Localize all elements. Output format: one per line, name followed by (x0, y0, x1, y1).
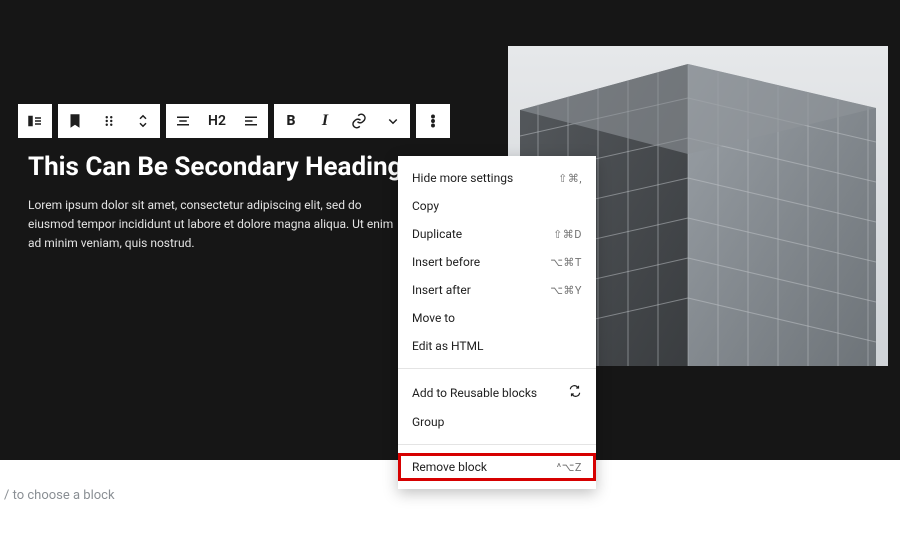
more-options-button[interactable] (416, 104, 450, 138)
block-options-menu: Hide more settings⇧⌘, Copy Duplicate⇧⌘D … (398, 156, 596, 489)
paragraph-text[interactable]: Lorem ipsum dolor sit amet, consectetur … (28, 196, 398, 254)
drag-handle-icon[interactable] (92, 104, 126, 138)
move-up-down-icon[interactable] (126, 104, 160, 138)
more-rich-text-icon[interactable] (376, 104, 410, 138)
menu-hide-more-settings[interactable]: Hide more settings⇧⌘, (398, 164, 596, 192)
bookmark-icon[interactable] (58, 104, 92, 138)
heading-level-button[interactable]: H2 (200, 104, 234, 138)
link-button[interactable] (342, 104, 376, 138)
menu-duplicate[interactable]: Duplicate⇧⌘D (398, 220, 596, 248)
bold-button[interactable]: B (274, 104, 308, 138)
block-type-button[interactable] (18, 104, 52, 138)
menu-move-to[interactable]: Move to (398, 304, 596, 332)
menu-add-to-reusable-blocks[interactable]: Add to Reusable blocks (398, 377, 596, 408)
text-align-button[interactable] (234, 104, 268, 138)
menu-group[interactable]: Group (398, 408, 596, 436)
menu-copy[interactable]: Copy (398, 192, 596, 220)
menu-insert-after[interactable]: Insert after⌥⌘Y (398, 276, 596, 304)
align-button[interactable] (166, 104, 200, 138)
menu-edit-as-html[interactable]: Edit as HTML (398, 332, 596, 360)
menu-insert-before[interactable]: Insert before⌥⌘T (398, 248, 596, 276)
menu-remove-block[interactable]: Remove block^⌥Z (398, 453, 596, 481)
italic-button[interactable]: I (308, 104, 342, 138)
heading-text[interactable]: This Can Be Secondary Heading (28, 152, 402, 182)
reusable-icon (568, 384, 582, 401)
block-toolbar: H2 B I (18, 104, 450, 138)
slash-hint: / to choose a block (4, 488, 115, 503)
